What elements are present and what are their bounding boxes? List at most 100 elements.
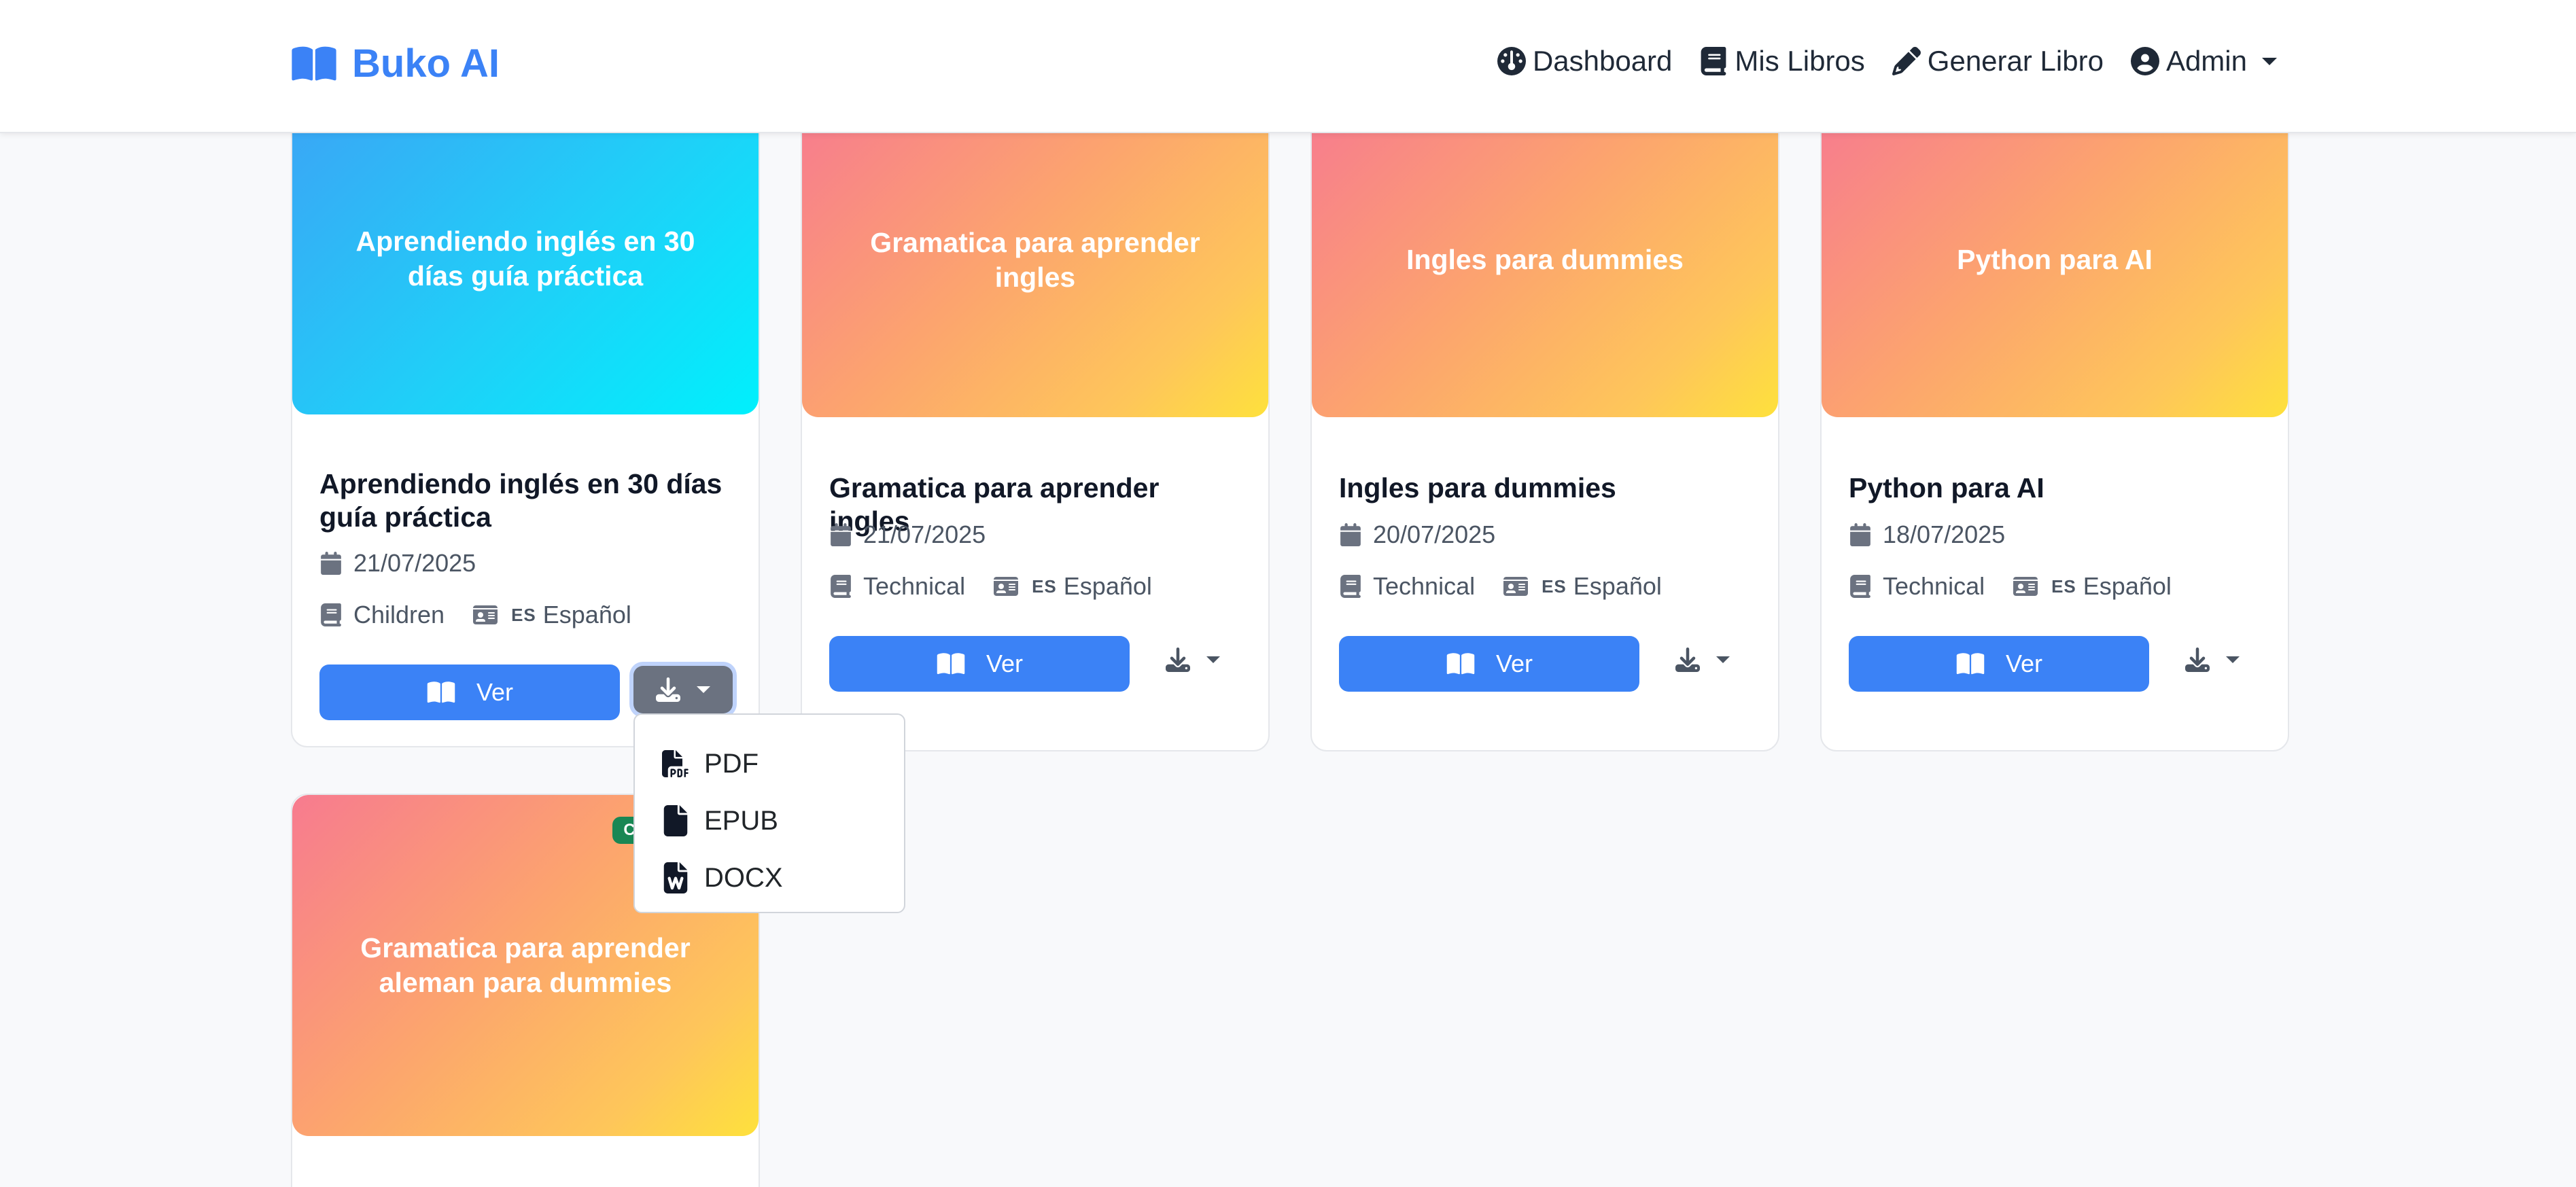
download-option-label: EPUB (704, 805, 778, 836)
download-icon (2185, 648, 2210, 672)
language-code: ES (1032, 575, 1057, 597)
category-text: Technical (1883, 572, 1985, 600)
language-text: Español (542, 601, 631, 628)
download-option-label: DOCX (704, 862, 783, 893)
book-date: 20/07/2025 (1339, 520, 1495, 549)
nav-generar-libro[interactable]: Generar Libro (1892, 45, 2104, 77)
language-code: ES (511, 604, 536, 625)
book-open-icon (1446, 653, 1475, 675)
view-label: Ver (476, 678, 514, 706)
cover-title: Gramatica para aprender ingles (870, 226, 1200, 293)
chevron-down-icon (2262, 57, 2277, 65)
download-option-label: PDF (704, 748, 759, 779)
nav-generar-libro-label: Generar Libro (1927, 45, 2104, 77)
book-meta: Technical ES Español (1339, 572, 1662, 601)
nav-mis-libros[interactable]: Mis Libros (1699, 45, 1865, 77)
calendar-icon (321, 552, 341, 575)
top-navbar: Buko AI Dashboard Mis Libros Generar Lib… (0, 0, 2576, 133)
file-word-icon (663, 862, 688, 893)
cover-title: Gramatica para aprender aleman para dumm… (360, 932, 691, 998)
pencil-icon (1892, 47, 1921, 75)
book-card: Aprendiendo inglés en 30 días guía práct… (291, 102, 760, 747)
brand-name: Buko AI (352, 41, 500, 86)
category-text: Children (353, 601, 445, 628)
book-icon (831, 575, 851, 598)
book-date: 18/07/2025 (1849, 520, 2005, 549)
id-card-icon (994, 577, 1019, 596)
download-icon (1675, 648, 1700, 672)
book-date: 21/07/2025 (829, 520, 986, 549)
chevron-down-icon (2226, 656, 2240, 663)
download-dropdown-toggle[interactable] (1143, 636, 1242, 684)
book-meta: Children ES Español (319, 601, 631, 629)
book-title: Python para AI (1849, 472, 2044, 503)
nav-dashboard-label: Dashboard (1532, 45, 1673, 77)
calendar-icon (1850, 523, 1870, 546)
nav-links: Dashboard Mis Libros Generar Libro Admin (1470, 45, 2277, 77)
book-icon (1340, 575, 1361, 598)
view-button[interactable]: Ver (829, 636, 1130, 692)
download-dropdown-toggle[interactable] (1653, 636, 1752, 684)
nav-admin-dropdown[interactable]: Admin (2130, 45, 2277, 77)
language-code: ES (1542, 575, 1567, 597)
chevron-down-icon (1206, 656, 1220, 663)
book-open-icon (292, 46, 336, 81)
calendar-icon (1340, 523, 1361, 546)
user-circle-icon (2130, 47, 2159, 75)
cover-title: Ingles para dummies (1406, 244, 1684, 276)
id-card-icon (473, 605, 498, 624)
file-pdf-icon (662, 750, 689, 777)
book-cover[interactable]: Gramatica para aprender ingles (802, 103, 1268, 417)
category-text: Technical (1373, 572, 1476, 600)
calendar-icon (831, 523, 851, 546)
book-icon (321, 603, 341, 626)
download-pdf-option[interactable]: PDF (635, 735, 904, 792)
book-cover[interactable]: Python para AI (1822, 103, 2288, 417)
download-icon (1166, 648, 1190, 672)
book-date: 21/07/2025 (319, 549, 476, 578)
view-label: Ver (986, 650, 1024, 677)
gauge-icon (1497, 47, 1526, 75)
nav-mis-libros-label: Mis Libros (1735, 45, 1865, 77)
book-cover[interactable]: Ingles para dummies (1312, 103, 1778, 417)
cover-title: Aprendiendo inglés en 30 días guía práct… (355, 225, 695, 291)
date-text: 20/07/2025 (1373, 520, 1496, 548)
view-button[interactable]: Ver (1339, 636, 1639, 692)
book-meta: Technical ES Español (1849, 572, 2172, 601)
download-epub-option[interactable]: EPUB (635, 792, 904, 849)
book-icon (1701, 47, 1726, 75)
id-card-icon (2013, 577, 2038, 596)
book-card: Python para AI Python para AI 18/07/2025… (1820, 102, 2289, 751)
book-cover[interactable]: Aprendiendo inglés en 30 días guía práct… (292, 103, 759, 414)
download-icon (656, 677, 680, 702)
language-text: Español (1063, 572, 1152, 600)
book-title: Aprendiendo inglés en 30 días guía práct… (319, 468, 723, 533)
book-open-icon (1956, 653, 1985, 675)
language-code: ES (2051, 575, 2076, 597)
nav-dashboard[interactable]: Dashboard (1497, 45, 1672, 77)
brand-logo[interactable]: Buko AI (290, 41, 500, 86)
download-dropdown-toggle[interactable] (2163, 636, 2262, 684)
date-text: 18/07/2025 (1883, 520, 2006, 548)
language-text: Español (1573, 572, 1662, 600)
view-button[interactable]: Ver (319, 665, 620, 720)
book-icon (1850, 575, 1870, 598)
download-dropdown-toggle[interactable] (633, 666, 733, 713)
view-label: Ver (1495, 650, 1533, 677)
chevron-down-icon (697, 686, 710, 693)
date-text: 21/07/2025 (353, 549, 476, 577)
book-card: Gramatica para aprender ingles Gramatica… (801, 102, 1270, 751)
view-label: Ver (2005, 650, 2043, 677)
book-meta: Technical ES Español (829, 572, 1152, 601)
download-menu: PDF EPUB DOCX (633, 713, 905, 913)
download-docx-option[interactable]: DOCX (635, 849, 904, 906)
book-open-icon (937, 653, 965, 675)
book-title: Ingles para dummies (1339, 472, 1616, 503)
book-card: Ingles para dummies Ingles para dummies … (1310, 102, 1779, 751)
book-open-icon (427, 681, 455, 703)
nav-admin-label: Admin (2165, 45, 2247, 77)
date-text: 21/07/2025 (863, 520, 986, 548)
view-button[interactable]: Ver (1849, 636, 2149, 692)
id-card-icon (1503, 577, 1529, 596)
file-icon (663, 805, 688, 836)
